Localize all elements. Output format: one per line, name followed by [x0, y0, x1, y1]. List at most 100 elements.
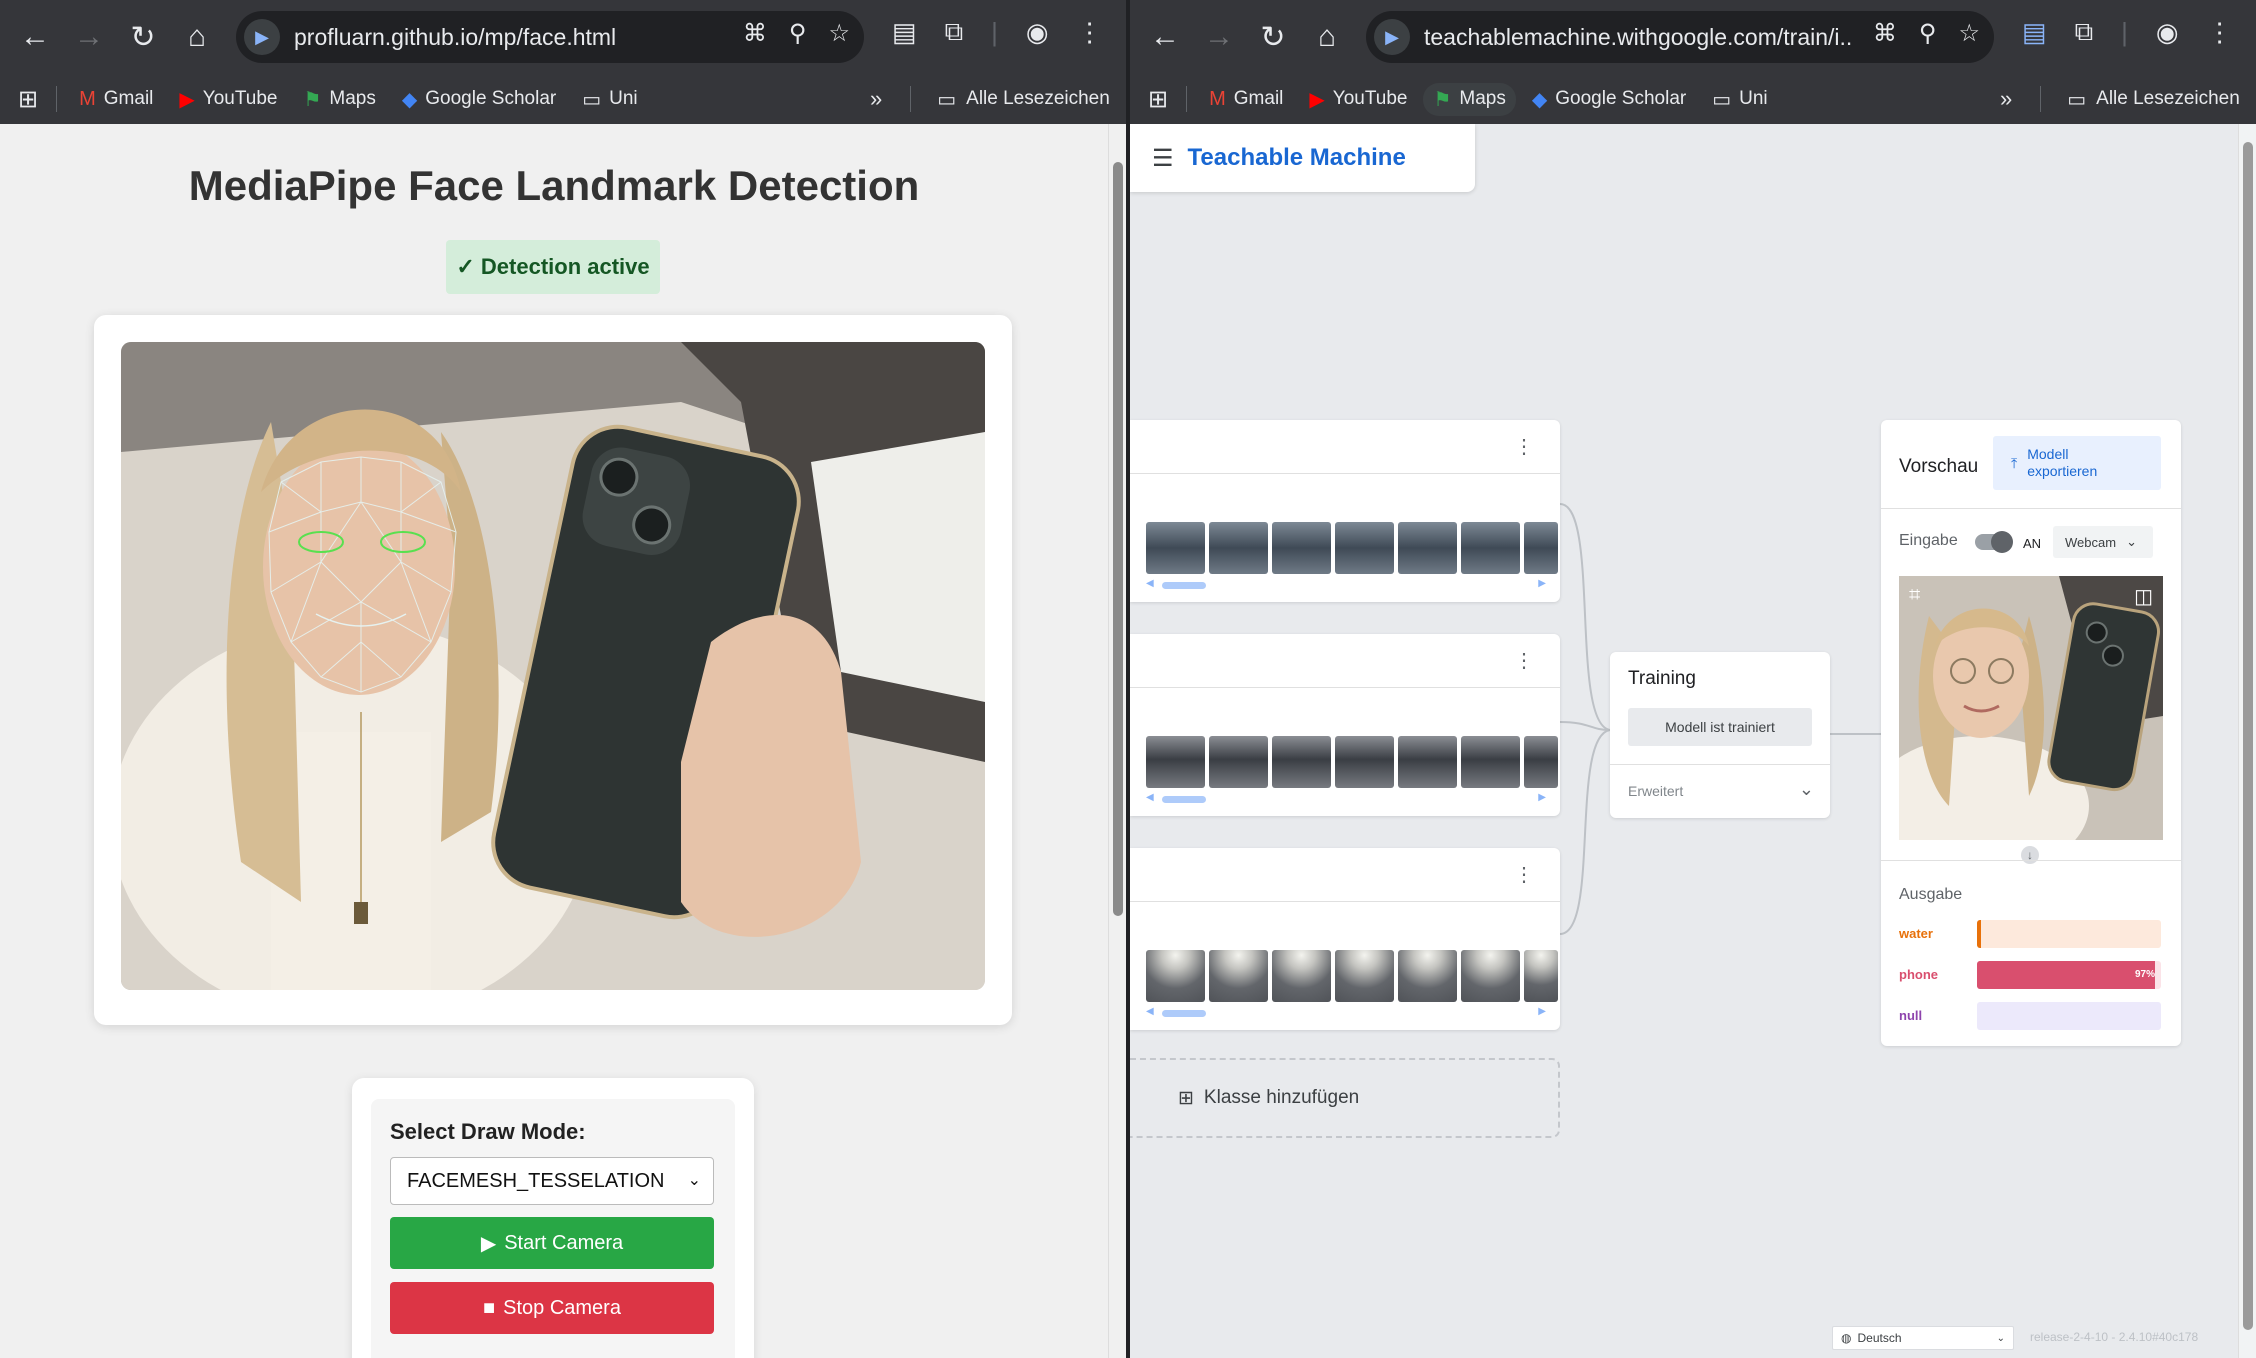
extensions-icon[interactable]: ⧉	[945, 16, 964, 48]
apps-grid-icon[interactable]: ⊞	[1148, 85, 1168, 114]
reload-icon[interactable]: ↻	[1246, 10, 1300, 64]
hamburger-menu-icon[interactable]: ☰	[1152, 144, 1174, 173]
reading-list-icon[interactable]: ▤	[2022, 17, 2047, 48]
sample-thumbnail[interactable]	[1335, 522, 1394, 574]
menu-icon[interactable]: ⋮	[2207, 17, 2233, 48]
address-bar[interactable]: ▶ profluarn.github.io/mp/face.html ⌘ ⚲ ☆	[236, 11, 864, 63]
bookmark-star-icon[interactable]: ☆	[828, 19, 850, 48]
scroll-left-icon[interactable]: ◀	[1146, 792, 1154, 803]
bookmark-google-scholar[interactable]: ◆ Google Scholar	[1532, 87, 1686, 112]
reading-list-icon[interactable]: ▤	[892, 17, 917, 48]
forward-icon[interactable]: →	[62, 10, 116, 64]
add-class-button[interactable]: ⊞ Klasse hinzufügen	[1130, 1058, 1560, 1138]
home-icon[interactable]: ⌂	[170, 10, 224, 64]
apps-grid-icon[interactable]: ⊞	[18, 85, 38, 114]
bookmark-uni[interactable]: ▭ Uni	[1712, 87, 1767, 112]
bookmark-maps[interactable]: ⚑ Maps	[1423, 82, 1516, 116]
scrollbar-thumb[interactable]	[1113, 162, 1123, 916]
vertical-scrollbar[interactable]	[1108, 124, 1126, 1358]
sample-thumbnail[interactable]	[1272, 736, 1331, 788]
scroll-right-icon[interactable]: ▶	[1538, 792, 1546, 803]
scrollbar-thumb[interactable]	[2243, 142, 2253, 1330]
class-header[interactable]: ⋮	[1130, 848, 1560, 902]
scroll-left-icon[interactable]: ◀	[1146, 578, 1154, 589]
sample-thumbnail[interactable]	[1146, 522, 1205, 574]
camera-in-use-icon[interactable]: ▶	[244, 19, 280, 55]
all-bookmarks[interactable]: Alle Lesezeichen	[2096, 88, 2240, 110]
sample-thumbnail[interactable]	[1272, 522, 1331, 574]
draw-mode-select[interactable]: FACEMESH_TESSELATION ⌄	[390, 1157, 714, 1205]
scrollbar-thumb[interactable]	[1162, 582, 1206, 589]
reload-icon[interactable]: ↻	[116, 10, 170, 64]
more-options-icon[interactable]: ⋮	[1514, 434, 1534, 459]
sample-thumbnail[interactable]	[1146, 950, 1205, 1002]
more-options-icon[interactable]: ⋮	[1514, 648, 1534, 673]
sample-thumbnail[interactable]	[1461, 950, 1520, 1002]
translate-icon[interactable]: ⌘	[743, 19, 767, 48]
sample-thumbnail[interactable]	[1461, 736, 1520, 788]
sample-thumbnail[interactable]	[1398, 736, 1457, 788]
bookmark-youtube[interactable]: ▶ YouTube	[179, 87, 277, 112]
more-bookmarks-icon[interactable]: »	[2000, 86, 2012, 112]
scrollbar-thumb[interactable]	[1162, 796, 1206, 803]
sample-thumbnail[interactable]	[1209, 736, 1268, 788]
sample-thumbnail[interactable]	[1209, 522, 1268, 574]
sample-thumbnail[interactable]	[1524, 522, 1558, 574]
all-bookmarks[interactable]: Alle Lesezeichen	[966, 88, 1110, 110]
back-icon[interactable]: ←	[8, 10, 62, 64]
zoom-icon[interactable]: ⚲	[789, 19, 807, 48]
bookmark-maps[interactable]: ⚑ Maps	[303, 87, 375, 112]
bookmark-gmail[interactable]: M Gmail	[1209, 88, 1283, 111]
horizontal-scrollbar[interactable]: ◀ ▶	[1146, 792, 1554, 804]
extensions-icon[interactable]: ⧉	[2075, 16, 2094, 48]
profile-icon[interactable]: ◉	[2156, 17, 2179, 48]
zoom-icon[interactable]: ⚲	[1919, 19, 1937, 48]
scroll-left-icon[interactable]: ◀	[1146, 1006, 1154, 1017]
more-options-icon[interactable]: ⋮	[1514, 862, 1534, 887]
horizontal-scrollbar[interactable]: ◀ ▶	[1146, 578, 1554, 590]
horizontal-scrollbar[interactable]: ◀ ▶	[1146, 1006, 1554, 1018]
sample-thumbnail[interactable]	[1146, 736, 1205, 788]
sample-thumbnail[interactable]	[1524, 950, 1558, 1002]
bookmark-star-icon[interactable]: ☆	[1958, 19, 1980, 48]
scroll-right-icon[interactable]: ▶	[1538, 578, 1546, 589]
translate-icon[interactable]: ⌘	[1873, 19, 1897, 48]
sample-thumbnail[interactable]	[1272, 950, 1331, 1002]
back-icon[interactable]: ←	[1138, 10, 1192, 64]
sample-thumbnail[interactable]	[1398, 950, 1457, 1002]
language-select[interactable]: ◍ Deutsch ⌄	[1832, 1326, 2014, 1350]
start-camera-button[interactable]: ▶ Start Camera	[390, 1217, 714, 1269]
vertical-scrollbar[interactable]	[2238, 124, 2256, 1358]
bookmark-google-scholar[interactable]: ◆ Google Scholar	[402, 87, 556, 112]
more-bookmarks-icon[interactable]: »	[870, 86, 882, 112]
sample-thumbnail[interactable]	[1461, 522, 1520, 574]
input-source-select[interactable]: Webcam ⌄	[2053, 526, 2153, 558]
home-icon[interactable]: ⌂	[1300, 10, 1354, 64]
app-title[interactable]: Teachable Machine	[1188, 144, 1406, 172]
train-model-button[interactable]: Modell ist trainiert	[1628, 708, 1812, 746]
export-model-button[interactable]: ⤒ Modell exportieren	[1993, 436, 2161, 490]
bookmark-youtube[interactable]: ▶ YouTube	[1309, 87, 1407, 112]
class-header[interactable]: ⋮	[1130, 420, 1560, 474]
sample-thumbnail[interactable]	[1209, 950, 1268, 1002]
flip-icon[interactable]: ◫	[2134, 584, 2153, 609]
sample-thumbnail[interactable]	[1398, 522, 1457, 574]
camera-in-use-icon[interactable]: ▶	[1374, 19, 1410, 55]
sample-thumbnail[interactable]	[1335, 736, 1394, 788]
bookmark-gmail[interactable]: M Gmail	[79, 88, 153, 111]
toolbar-divider: |	[991, 16, 998, 47]
sample-thumbnail[interactable]	[1335, 950, 1394, 1002]
stop-camera-button[interactable]: ■ Stop Camera	[390, 1282, 714, 1334]
profile-icon[interactable]: ◉	[1026, 17, 1049, 48]
forward-icon[interactable]: →	[1192, 10, 1246, 64]
crop-icon[interactable]: ⌗	[1909, 584, 1920, 607]
scrollbar-thumb[interactable]	[1162, 1010, 1206, 1017]
input-toggle[interactable]	[1975, 531, 2013, 553]
class-header[interactable]: ⋮	[1130, 634, 1560, 688]
address-bar[interactable]: ▶ teachablemachine.withgoogle.com/train/…	[1366, 11, 1994, 63]
advanced-toggle[interactable]: Erweitert ⌄	[1610, 764, 1830, 818]
menu-icon[interactable]: ⋮	[1077, 17, 1103, 48]
bookmark-uni[interactable]: ▭ Uni	[582, 87, 637, 112]
sample-thumbnail[interactable]	[1524, 736, 1558, 788]
scroll-right-icon[interactable]: ▶	[1538, 1006, 1546, 1017]
